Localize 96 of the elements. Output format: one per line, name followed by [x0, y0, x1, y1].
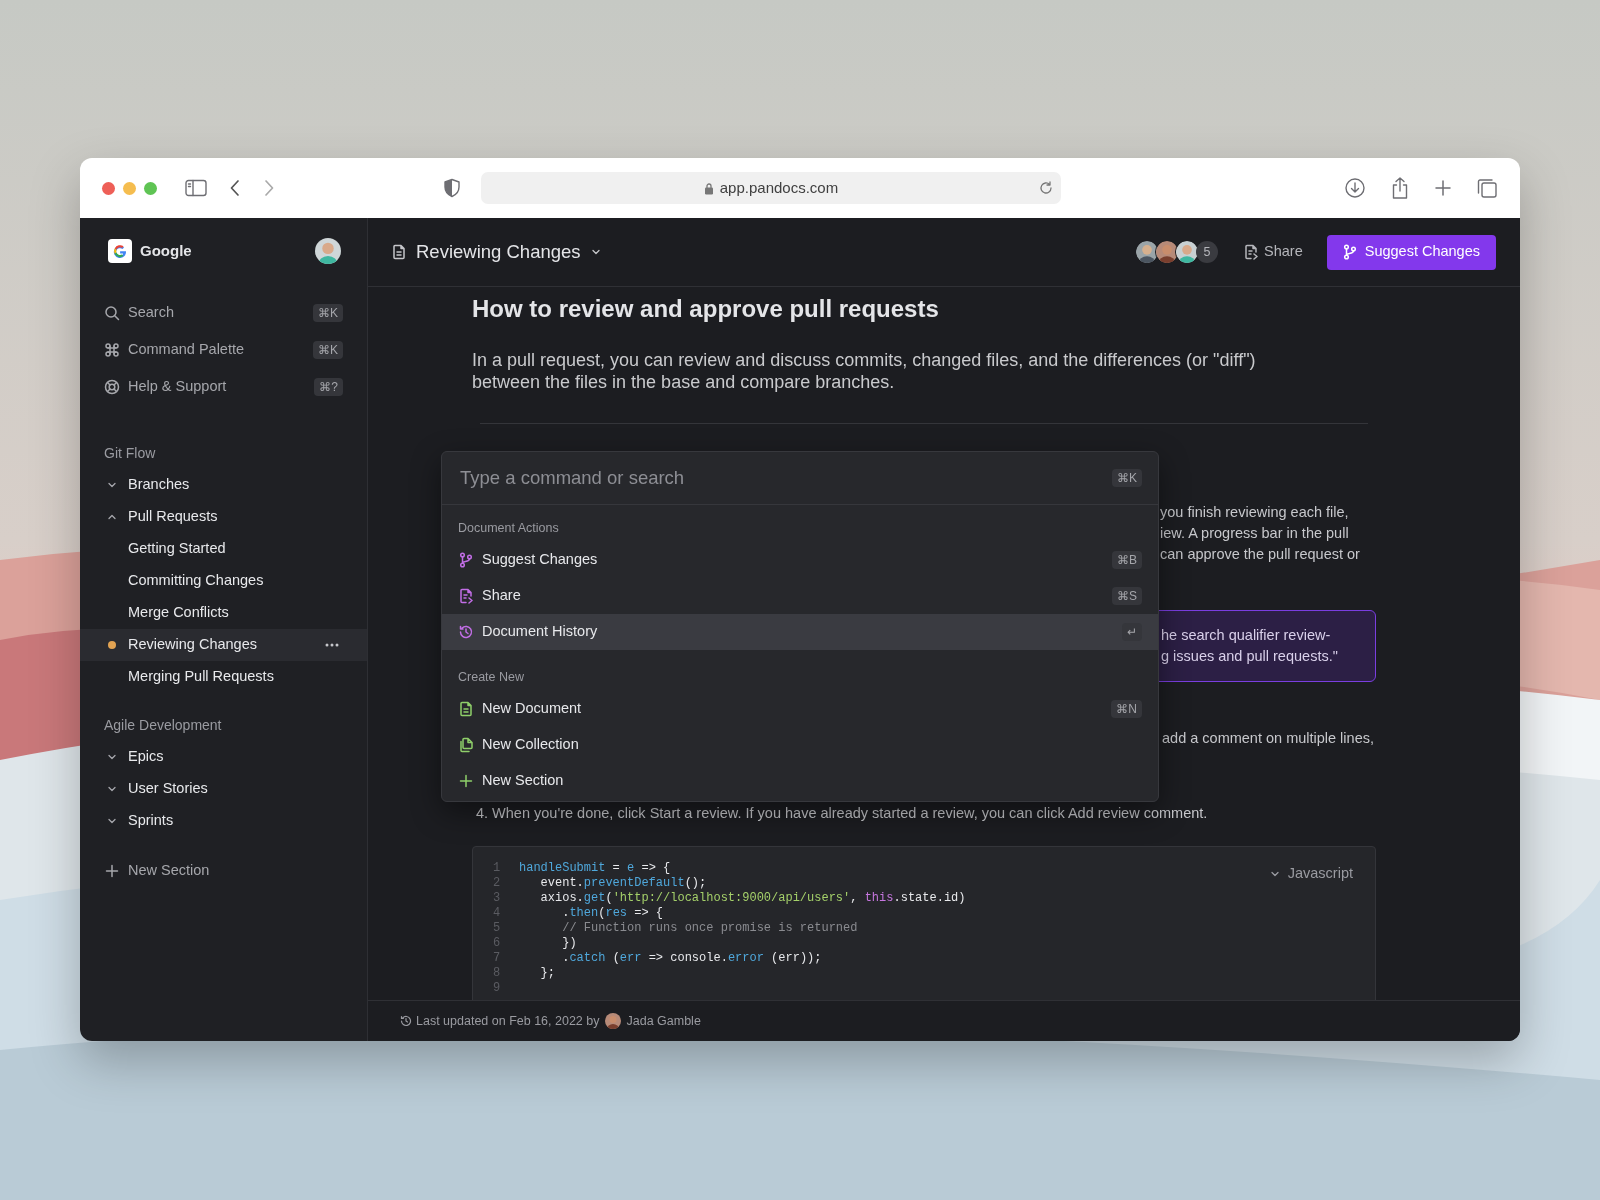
code-line: handleSubmit = e => {: [519, 861, 671, 876]
shortcut-key: ⌘N: [1111, 699, 1142, 718]
chevron-icon[interactable]: [107, 512, 117, 522]
reload-icon[interactable]: [1039, 181, 1053, 195]
code-line: };: [539, 966, 555, 981]
close-button[interactable]: [102, 181, 115, 195]
chevron-icon[interactable]: [107, 480, 117, 490]
palette-item[interactable]: Document History ↵: [442, 613, 1158, 650]
shortcut-key: ⌘S: [1112, 586, 1142, 605]
tree-item[interactable]: Getting Started: [128, 538, 226, 560]
tree-item[interactable]: Pull Requests: [128, 506, 218, 528]
suggest-changes-button[interactable]: Suggest Changes: [1326, 234, 1496, 270]
callout-text: g issues and pull requests.": [1161, 647, 1338, 666]
command-search-field[interactable]: Type a command or search: [458, 463, 1112, 493]
workspace-name: Google: [140, 240, 192, 261]
documents-icon: [458, 736, 474, 753]
user-avatar[interactable]: [315, 238, 341, 264]
download-icon[interactable]: [1344, 177, 1366, 199]
code-line: }): [561, 936, 577, 951]
history-icon: [400, 1015, 412, 1027]
shortcut-key: ⌘B: [1112, 550, 1142, 569]
code-line: .catch (err => console.error (err));: [561, 951, 822, 966]
tree-item[interactable]: Merging Pull Requests: [128, 666, 274, 688]
plus-icon: [459, 773, 473, 788]
palette-item[interactable]: New Collection: [442, 726, 1158, 763]
address-bar[interactable]: app.pandocs.com: [481, 172, 1061, 204]
history-icon: [458, 623, 474, 640]
body-text: add a comment on multiple lines,: [1162, 729, 1374, 748]
back-icon[interactable]: [229, 179, 241, 197]
palette-item[interactable]: New Section: [442, 762, 1158, 799]
collaborator-avatar: [1175, 240, 1199, 264]
document-heading: How to review and approve pull requests: [472, 294, 940, 324]
group-title: Document Actions: [457, 520, 560, 537]
new-tab-icon[interactable]: [1434, 179, 1452, 197]
tabs-icon[interactable]: [1476, 177, 1498, 199]
language-dropdown[interactable]: Javascript: [1263, 861, 1359, 887]
collaborator-avatar: [1155, 240, 1179, 264]
shortcut-key: ⌘?: [314, 377, 343, 396]
shortcut-key: ⌘K: [313, 340, 343, 359]
last-updated-text: Last updated on Feb 16, 2022 by: [416, 1012, 600, 1030]
palette-item[interactable]: Share ⌘S: [442, 577, 1158, 614]
shield-icon[interactable]: [443, 178, 461, 198]
palette-item[interactable]: Suggest Changes ⌘B: [442, 541, 1158, 578]
caret-icon[interactable]: [590, 247, 601, 257]
author-name[interactable]: Jada Gamble: [626, 1011, 701, 1031]
shortcut-key: ↵: [1122, 622, 1142, 641]
status-dot: [108, 641, 116, 649]
body-text: can approve the pull request or: [1160, 545, 1360, 564]
lock-icon: [703, 181, 714, 195]
chevron-icon[interactable]: [107, 816, 117, 826]
tree-item[interactable]: Sprints: [128, 810, 174, 832]
group-title: Create New: [457, 668, 525, 686]
sidebar-link[interactable]: Search: [128, 301, 174, 324]
shortcut-key: ⌘K: [313, 303, 343, 322]
chevron-icon[interactable]: [107, 784, 117, 794]
code-line: axios.get('http://localhost:9000/api/users', this.state.id): [539, 891, 966, 906]
document-icon: [459, 700, 473, 717]
intro-paragraph: In a pull request, you can review and discuss commits, changed files, and the differences (or "diff") between the files in the base and compare branches.: [472, 349, 1257, 393]
sidebar-toggle-icon[interactable]: [185, 179, 207, 197]
branch-icon: [1342, 244, 1357, 260]
logo-icon: [108, 239, 132, 263]
share-button[interactable]: Share: [1238, 237, 1309, 267]
document-title: Reviewing Changes: [416, 240, 581, 265]
command-icon: [104, 341, 120, 358]
search-icon: [104, 304, 120, 321]
branch-icon: [459, 551, 473, 568]
author-avatar: [605, 1013, 622, 1029]
body-text: you finish reviewing each file,: [1160, 503, 1349, 522]
chevron-icon[interactable]: [107, 752, 117, 762]
step-text: 4. When you're done, click Start a review. If you have already started a review, you can click Add review comment.: [475, 804, 1208, 823]
document-share-icon: [459, 587, 473, 604]
palette-item[interactable]: New Document ⌘N: [442, 690, 1158, 727]
tree-item[interactable]: Branches: [128, 474, 190, 496]
collaborator-count: 5: [1196, 241, 1218, 263]
code-line: event.preventDefault();: [539, 876, 707, 891]
callout-text: he search qualifier review-: [1161, 626, 1331, 645]
code-line: .then(res => {: [561, 906, 664, 921]
lifebuoy-icon: [104, 378, 120, 395]
tree-item[interactable]: Committing Changes: [128, 570, 264, 592]
document-icon: [392, 244, 406, 260]
collaborator-avatar: [1135, 240, 1159, 264]
code-line: // Function runs once promise is returned: [561, 921, 858, 936]
section-title: Agile Development: [103, 715, 223, 735]
sidebar-link[interactable]: Help & Support: [128, 375, 227, 398]
new-section-link[interactable]: New Section: [128, 860, 210, 882]
shortcut-key: ⌘K: [1112, 469, 1142, 487]
document-share-icon: [1244, 244, 1258, 260]
sidebar-link[interactable]: Command Palette: [128, 338, 245, 361]
share-icon[interactable]: [1390, 176, 1410, 200]
tree-item[interactable]: User Stories: [128, 778, 208, 800]
plus-icon: [105, 864, 119, 878]
more-icon[interactable]: [325, 643, 339, 647]
tree-item[interactable]: Epics: [128, 746, 164, 768]
section-title: Git Flow: [103, 443, 157, 463]
body-text: iew. A progress bar in the pull: [1160, 524, 1349, 543]
tree-item[interactable]: Merge Conflicts: [128, 602, 229, 624]
